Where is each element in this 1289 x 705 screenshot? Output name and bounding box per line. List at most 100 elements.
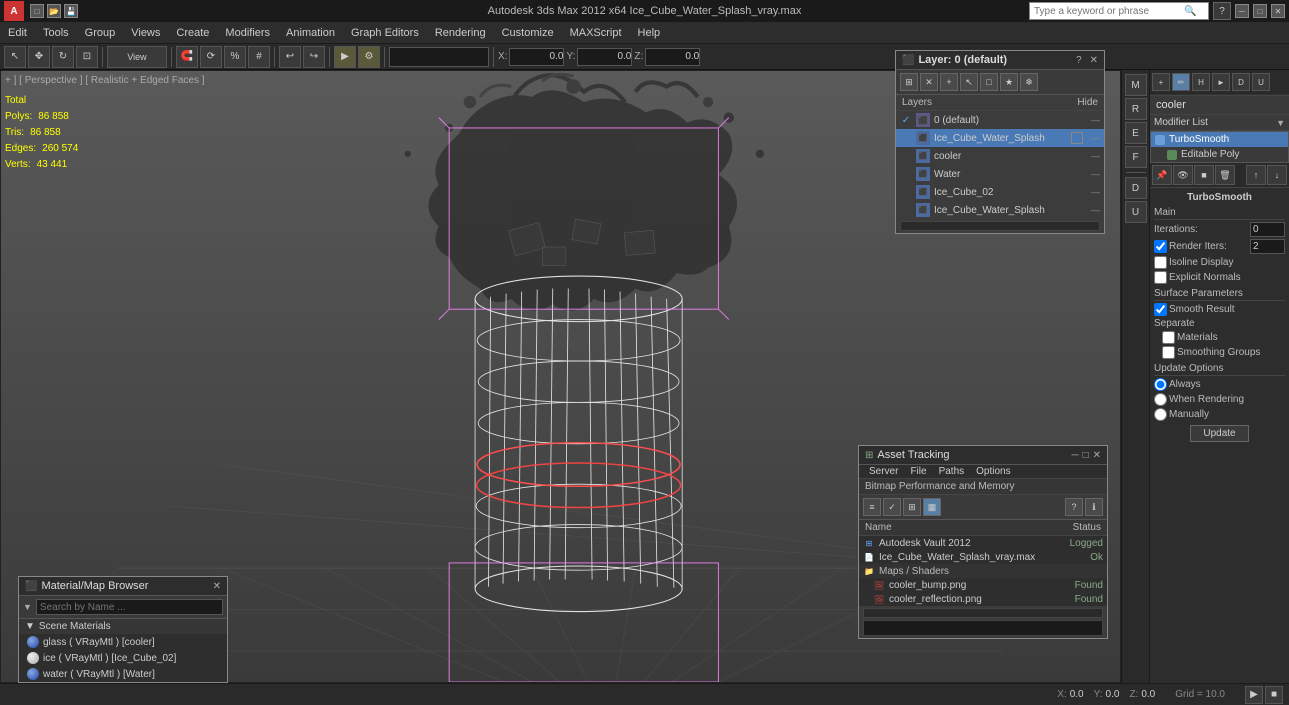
layer-sel-icon[interactable]: ↖ [960, 73, 978, 91]
layer-add-obj-icon[interactable]: + [940, 73, 958, 91]
render-iters-checkbox[interactable] [1154, 240, 1167, 253]
menu-create[interactable]: Create [168, 22, 217, 43]
strip-material-icon[interactable]: M [1125, 74, 1147, 96]
asset-row-max[interactable]: 📄 Ice_Cube_Water_Splash_vray.max Ok [859, 550, 1107, 564]
tool-move[interactable]: ✥ [28, 46, 50, 68]
tb-open[interactable]: 📂 [47, 4, 61, 18]
layer-highlight-icon[interactable]: ★ [1000, 73, 1018, 91]
when-rendering-radio[interactable] [1154, 393, 1167, 406]
asset-tool-grid[interactable]: ⊞ [903, 498, 921, 516]
asset-menu-options[interactable]: Options [970, 465, 1016, 478]
tool-named-selection[interactable] [389, 47, 489, 67]
asset-menu-paths[interactable]: Paths [933, 465, 971, 478]
tool-rotate[interactable]: ↻ [52, 46, 74, 68]
modifier-turbosmooth[interactable]: TurboSmooth [1151, 132, 1288, 147]
tool-snap[interactable]: 🧲 [176, 46, 198, 68]
tool-scale[interactable]: ⊡ [76, 46, 98, 68]
asset-help-icon[interactable]: ? [1065, 498, 1083, 516]
smooth-result-checkbox[interactable] [1154, 303, 1167, 316]
smoothing-checkbox[interactable] [1162, 346, 1175, 359]
rp-util-icon[interactable]: U [1252, 73, 1270, 91]
rp-motion-icon[interactable]: ► [1212, 73, 1230, 91]
mat-section-toggle[interactable]: ▼ Scene Materials [25, 621, 221, 632]
layer-sel-objs-icon[interactable]: □ [980, 73, 998, 91]
layers-help-icon[interactable]: ? [1076, 55, 1082, 66]
menu-customize[interactable]: Customize [494, 22, 562, 43]
menu-edit[interactable]: Edit [0, 22, 35, 43]
materials-checkbox[interactable] [1162, 331, 1175, 344]
tb-new[interactable]: □ [30, 4, 44, 18]
asset-menu-file[interactable]: File [904, 465, 932, 478]
modifier-list-dropdown-icon[interactable]: ▼ [1276, 118, 1285, 128]
mod-render-icon[interactable]: ■ [1194, 165, 1214, 185]
anim-play-button[interactable]: ▶ [1245, 686, 1263, 704]
layer-row-0[interactable]: ✓ ⬛ 0 (default) — [896, 111, 1104, 129]
asset-info-icon[interactable]: ℹ [1085, 498, 1103, 516]
menu-animation[interactable]: Animation [278, 22, 343, 43]
anim-stop-button[interactable]: ■ [1265, 686, 1283, 704]
tool-redo[interactable]: ↪ [303, 46, 325, 68]
asset-row-bump[interactable]: 🖼 cooler_bump.png Found [859, 578, 1107, 592]
render-iters-input[interactable] [1250, 239, 1285, 254]
strip-effects-icon[interactable]: F [1125, 146, 1147, 168]
mat-row-ice[interactable]: ice ( VRayMtl ) [Ice_Cube_02] [19, 650, 227, 666]
tool-render-setup[interactable]: ⚙ [358, 46, 380, 68]
mod-show-icon[interactable]: 👁 [1173, 165, 1193, 185]
coord-input-y[interactable]: Y: [566, 48, 632, 66]
help-icon[interactable]: ? [1213, 2, 1231, 20]
mat-row-water[interactable]: water ( VRayMtl ) [Water] [19, 666, 227, 682]
asset-row-vault[interactable]: ⊞ Autodesk Vault 2012 Logged [859, 536, 1107, 550]
search-input[interactable] [1034, 6, 1184, 17]
strip-env-icon[interactable]: E [1125, 122, 1147, 144]
menu-views[interactable]: Views [123, 22, 168, 43]
layer-row-4[interactable]: ⬛ Ice_Cube_02 — [896, 183, 1104, 201]
asset-maximize-icon[interactable]: □ [1083, 450, 1089, 461]
close-button[interactable]: ✕ [1271, 4, 1285, 18]
mod-up-icon[interactable]: ↑ [1246, 165, 1266, 185]
coord-input-x[interactable]: X: [498, 48, 564, 66]
isoline-checkbox[interactable] [1154, 256, 1167, 269]
coord-input-z[interactable]: Z: [634, 48, 700, 66]
menu-tools[interactable]: Tools [35, 22, 77, 43]
layer-new-icon[interactable]: ⊞ [900, 73, 918, 91]
menu-help[interactable]: Help [630, 22, 669, 43]
update-button[interactable]: Update [1190, 425, 1248, 442]
rp-display-icon[interactable]: D [1232, 73, 1250, 91]
layer-row-3[interactable]: ⬛ Water — [896, 165, 1104, 183]
asset-tool-list[interactable]: ≡ [863, 498, 881, 516]
asset-row-reflection[interactable]: 🖼 cooler_reflection.png Found [859, 592, 1107, 606]
modifier-editable-poly[interactable]: Editable Poly [1151, 147, 1288, 162]
tb-save[interactable]: 💾 [64, 4, 78, 18]
asset-tool-check[interactable]: ✓ [883, 498, 901, 516]
layers-close-icon[interactable]: ✕ [1090, 55, 1098, 66]
layer-row-2[interactable]: ⬛ cooler — [896, 147, 1104, 165]
manually-radio[interactable] [1154, 408, 1167, 421]
always-radio[interactable] [1154, 378, 1167, 391]
iterations-input[interactable] [1250, 222, 1285, 237]
menu-modifiers[interactable]: Modifiers [217, 22, 278, 43]
asset-tool-table[interactable]: ▦ [923, 498, 941, 516]
mod-remove-icon[interactable]: 🗑 [1215, 165, 1235, 185]
menu-rendering[interactable]: Rendering [427, 22, 494, 43]
minimize-button[interactable]: ─ [1235, 4, 1249, 18]
rp-create-icon[interactable]: + [1152, 73, 1170, 91]
menu-maxscript[interactable]: MAXScript [562, 22, 630, 43]
asset-row-maps[interactable]: 📁 Maps / Shaders [859, 564, 1107, 578]
rp-hierarchy-icon[interactable]: H [1192, 73, 1210, 91]
asset-close-icon[interactable]: ✕ [1093, 450, 1101, 461]
mod-pin-icon[interactable]: 📌 [1152, 165, 1172, 185]
tool-percent-snap[interactable]: % [224, 46, 246, 68]
menu-group[interactable]: Group [77, 22, 124, 43]
viewport-nav[interactable]: + ] [ Perspective ] [ Realistic + Edged … [5, 75, 205, 86]
rp-modify-icon[interactable]: ✏ [1172, 73, 1190, 91]
layer-row-1[interactable]: ⬛ Ice_Cube_Water_Splash — [896, 129, 1104, 147]
strip-render-icon[interactable]: R [1125, 98, 1147, 120]
strip-utilities-icon[interactable]: U [1125, 201, 1147, 223]
maximize-button[interactable]: □ [1253, 4, 1267, 18]
mod-down-icon[interactable]: ↓ [1267, 165, 1287, 185]
menu-graph-editors[interactable]: Graph Editors [343, 22, 427, 43]
layer-delete-icon[interactable]: ✕ [920, 73, 938, 91]
mat-row-glass[interactable]: glass ( VRayMtl ) [cooler] [19, 634, 227, 650]
tool-select[interactable]: ↖ [4, 46, 26, 68]
asset-minimize-icon[interactable]: ─ [1071, 450, 1078, 461]
